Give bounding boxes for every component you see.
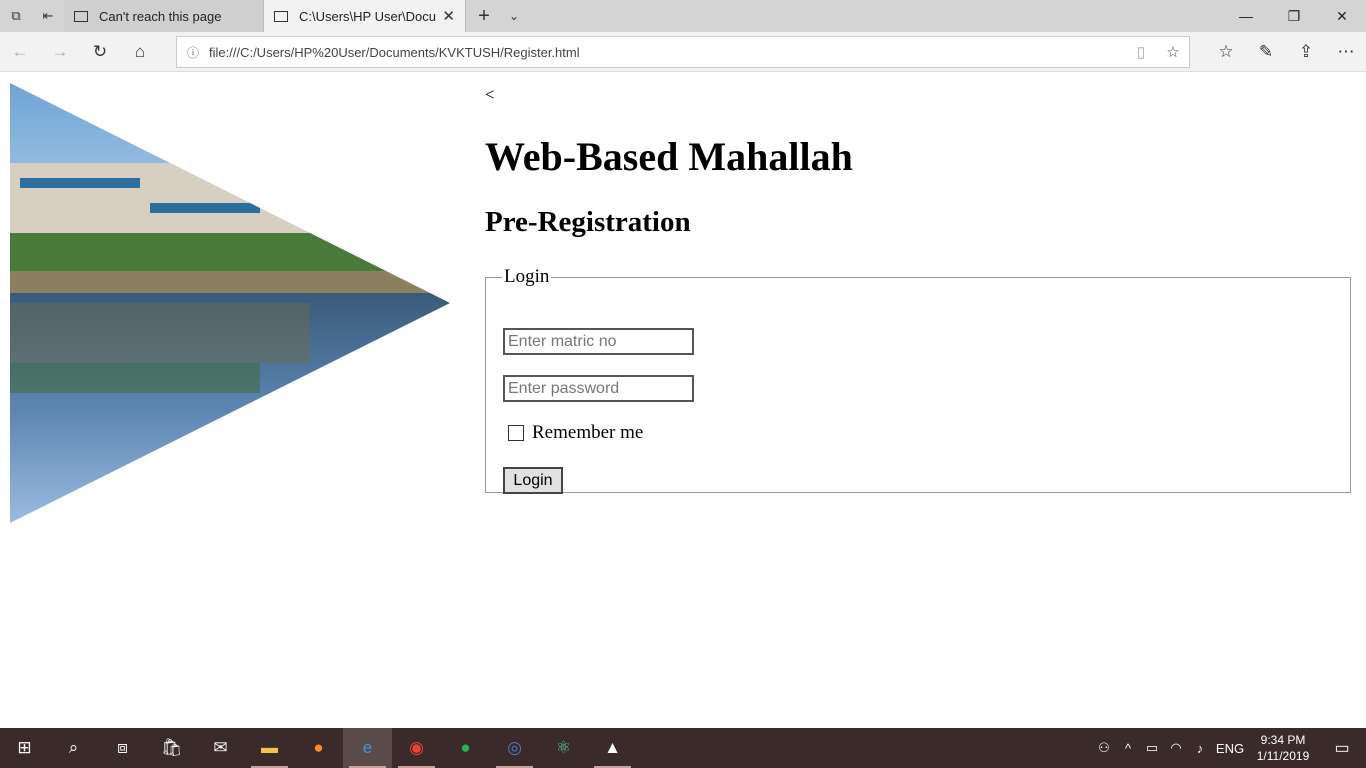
remember-me[interactable]: Remember me [508,422,643,444]
back-arrow-icon[interactable]: ← [0,32,40,72]
restore-icon[interactable]: ❐ [1270,0,1318,32]
tab-list-icon[interactable]: ⧉ [0,0,32,32]
new-tab-icon[interactable]: + [466,0,502,32]
tab-register[interactable]: C:\Users\HP User\Docu ✕ [264,0,466,32]
page-title: Web-Based Mahallah [485,134,853,179]
chrome-icon[interactable]: ◉ [392,728,441,768]
reading-view-icon[interactable]: ▯ [1125,43,1157,61]
refresh-icon[interactable]: ↻ [80,32,120,72]
campus-photo [10,83,450,523]
store-icon[interactable]: 🛍 [147,728,196,768]
language-indicator[interactable]: ENG [1212,741,1248,756]
more-icon[interactable]: ⋯ [1326,32,1366,72]
mail-icon[interactable]: ✉ [196,728,245,768]
page-icon [74,10,88,22]
remember-checkbox[interactable] [508,425,524,441]
close-tab-icon[interactable]: ✕ [442,7,455,25]
photos-icon[interactable]: ▲ [588,728,637,768]
chevron-up-icon[interactable]: ^ [1116,741,1140,756]
page-icon [274,10,288,22]
login-button[interactable]: Login [503,467,563,494]
edge-icon[interactable]: e [343,728,392,768]
atom-icon[interactable]: ⚛ [539,728,588,768]
windows-start-icon[interactable]: ⊞ [0,728,49,768]
remember-label: Remember me [532,422,644,443]
clock-date: 1/11/2019 [1256,749,1310,763]
task-view-icon[interactable]: ⧈ [98,728,147,768]
volume-icon[interactable]: ♪ [1188,741,1212,756]
tab-cant-reach[interactable]: Can't reach this page [64,0,264,32]
home-icon[interactable]: ⌂ [120,32,160,72]
notifications-icon[interactable]: ▭ [1318,738,1366,758]
file-explorer-icon[interactable]: ▬ [245,728,294,768]
clock[interactable]: 9:34 PM 1/11/2019 [1248,732,1318,764]
login-fieldset: Login Remember me Login [485,266,1351,494]
close-window-icon[interactable]: ✕ [1318,0,1366,32]
firefox-icon[interactable]: ● [294,728,343,768]
nav-bar: ← → ↻ ⌂ ⓘ file:///C:/Users/HP%20User/Doc… [0,32,1366,72]
favorite-star-icon[interactable]: ☆ [1157,43,1189,61]
address-bar[interactable]: ⓘ file:///C:/Users/HP%20User/Documents/K… [176,36,1190,68]
back-link[interactable]: < [485,85,495,105]
tab-label: Can't reach this page [99,8,222,24]
taskbar: ⊞ ⌕ ⧈ 🛍 ✉ ▬ ● e ◉ ● ◎ ⚛ ▲ ⚇ ^ ▭ ◠ ♪ ENG … [0,728,1366,768]
matric-input[interactable] [503,328,694,355]
share-icon[interactable]: ⇪ [1286,32,1326,72]
spotify-icon[interactable]: ● [441,728,490,768]
forward-arrow-icon[interactable]: → [40,32,80,72]
pen-icon[interactable]: ✎ [1246,32,1286,72]
tab-bar: ⧉ ⇤ Can't reach this page C:\Users\HP Us… [0,0,1366,32]
minimize-icon[interactable]: — [1222,0,1270,32]
login-legend: Login [504,266,550,287]
tab-label: C:\Users\HP User\Docu [299,8,437,24]
wifi-icon[interactable]: ◠ [1164,740,1188,756]
search-icon[interactable]: ⌕ [49,728,98,768]
password-input[interactable] [503,375,694,402]
chevron-down-icon[interactable]: ⌄ [502,0,526,32]
clock-time: 9:34 PM [1260,733,1306,747]
people-icon[interactable]: ⚇ [1092,740,1116,756]
favorites-hub-icon[interactable]: ☆ [1206,32,1246,72]
address-url[interactable]: file:///C:/Users/HP%20User/Documents/KVK… [209,45,1125,60]
page-subtitle: Pre-Registration [485,206,691,238]
set-aside-tabs-icon[interactable]: ⇤ [32,0,64,32]
page-content: < Web-Based Mahallah Pre-Registration Lo… [0,73,1366,728]
info-icon[interactable]: ⓘ [177,44,209,61]
app-icon[interactable]: ◎ [490,728,539,768]
battery-icon[interactable]: ▭ [1140,740,1164,756]
